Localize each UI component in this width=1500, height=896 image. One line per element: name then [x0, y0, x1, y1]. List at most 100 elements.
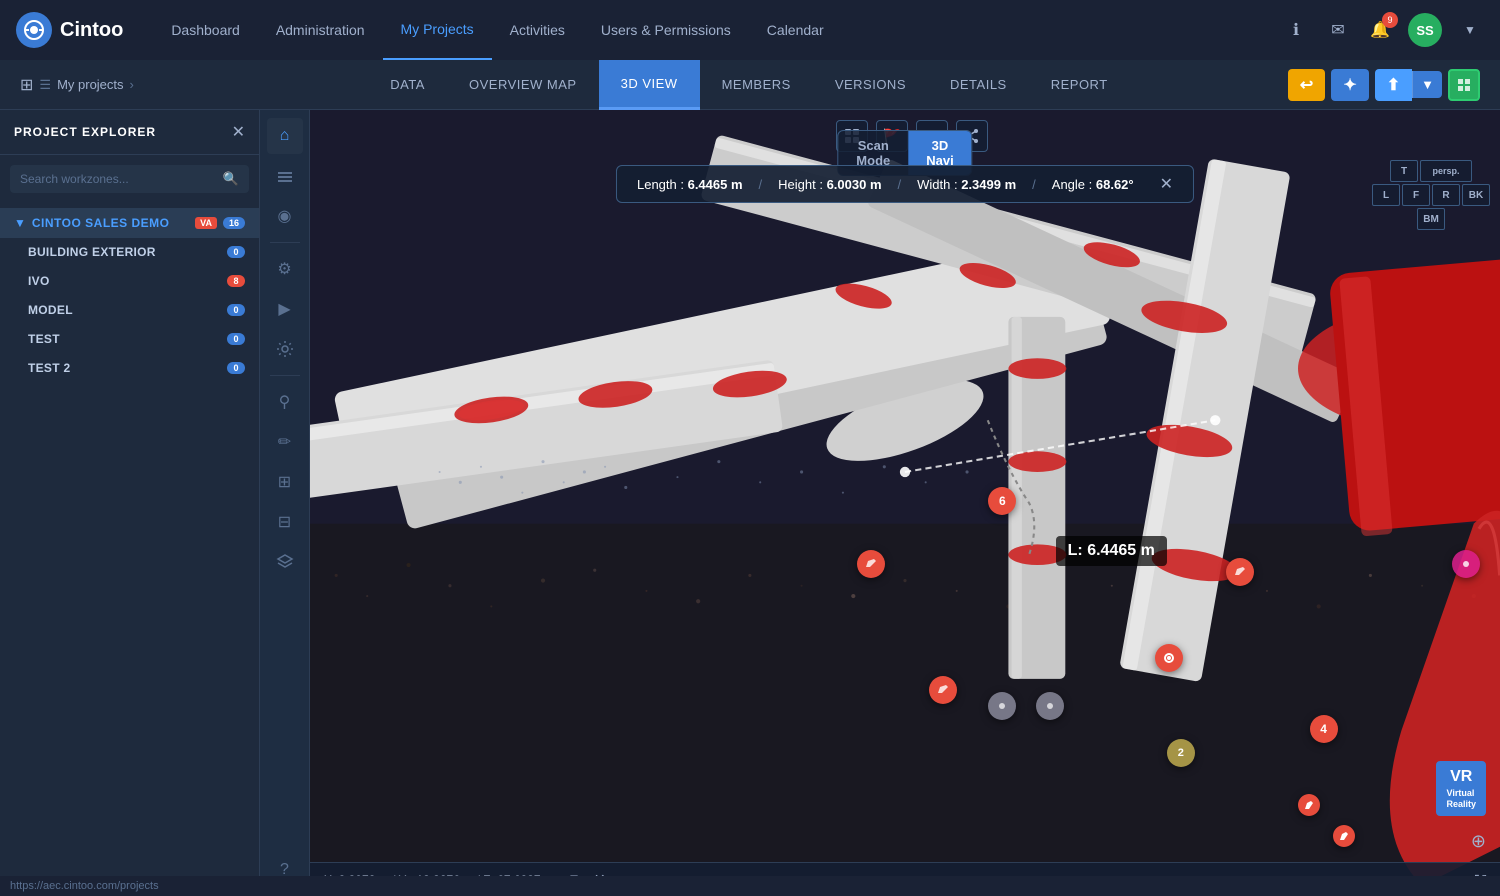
- tab-data[interactable]: DATA: [368, 60, 447, 110]
- cube-top-cell[interactable]: T: [1390, 160, 1418, 182]
- tab-details[interactable]: DETAILS: [928, 60, 1029, 110]
- mode-toggle-group: Scan Mode 3D Navi 🚩 📷: [822, 120, 988, 152]
- cube-left-cell[interactable]: L: [1372, 184, 1400, 206]
- tree-item-count: 0: [227, 246, 245, 258]
- tree-item-count: 0: [227, 304, 245, 316]
- toolbar-stack-icon[interactable]: [267, 544, 303, 580]
- annotation-marker-4[interactable]: 4: [1310, 715, 1338, 743]
- breadcrumb-separator: ☰: [39, 77, 51, 93]
- measurement-angle: Angle : 68.62°: [1052, 177, 1134, 192]
- nav-my-projects[interactable]: My Projects: [383, 0, 492, 60]
- vr-label: VirtualReality: [1446, 788, 1476, 810]
- mail-icon[interactable]: ✉: [1324, 16, 1352, 44]
- toolbar-video-icon[interactable]: ▶: [267, 291, 303, 327]
- export-button[interactable]: [1448, 69, 1480, 101]
- tree-item-label: BUILDING EXTERIOR: [28, 245, 221, 259]
- tab-3d-view[interactable]: 3D VIEW: [599, 60, 700, 110]
- viewport-measurement-label: L: 6.4465 m: [1056, 536, 1167, 566]
- tab-versions[interactable]: VERSIONS: [813, 60, 928, 110]
- vr-icon: VR: [1450, 767, 1472, 786]
- main-nav: Dashboard Administration My Projects Act…: [153, 0, 1282, 60]
- cube-right-cell[interactable]: R: [1432, 184, 1460, 206]
- breadcrumb-label[interactable]: My projects: [57, 77, 123, 92]
- toolbar-person-icon[interactable]: ⚲: [267, 384, 303, 420]
- va-tag: VA: [195, 217, 217, 229]
- cube-front-cell[interactable]: F: [1402, 184, 1430, 206]
- info-icon[interactable]: ℹ: [1282, 16, 1310, 44]
- workzone-search-bar[interactable]: 🔍: [10, 165, 249, 193]
- tooltip-close-button[interactable]: ✕: [1160, 174, 1173, 194]
- notification-icon[interactable]: 🔔 9: [1366, 16, 1394, 44]
- tree-item-model[interactable]: MODEL 0: [0, 296, 259, 325]
- toolbar-globe-icon[interactable]: ◉: [267, 198, 303, 234]
- tree-item-label: MODEL: [28, 303, 221, 317]
- breadcrumb-grid-icon: ⊞: [20, 75, 33, 95]
- sub-navigation: ⊞ ☰ My projects › DATA OVERVIEW MAP 3D V…: [0, 60, 1500, 110]
- tab-report[interactable]: REPORT: [1029, 60, 1130, 110]
- annotation-marker-bottom-red-1[interactable]: [1298, 794, 1320, 816]
- annotation-marker-gray-1[interactable]: [988, 692, 1016, 720]
- upload-dropdown-button[interactable]: ▼: [1412, 71, 1442, 98]
- select-button[interactable]: ✦: [1331, 69, 1368, 101]
- toolbar-home-icon[interactable]: ⌂: [267, 118, 303, 154]
- toolbar-box-icon[interactable]: ⊟: [267, 504, 303, 540]
- annotation-marker-gray-2[interactable]: [1036, 692, 1064, 720]
- cube-bm-cell[interactable]: BM: [1417, 208, 1445, 230]
- toolbar-transform-icon[interactable]: ⊞: [267, 464, 303, 500]
- tree-item-label: IVO: [28, 274, 221, 288]
- panel-close-button[interactable]: ✕: [232, 122, 245, 142]
- project-name: CINTOO SALES DEMO: [32, 216, 189, 230]
- panel-title: PROJECT EXPLORER: [14, 125, 156, 139]
- 3d-viewport[interactable]: Scan Mode 3D Navi 🚩 📷: [310, 110, 1500, 896]
- recenter-icon[interactable]: ⊕: [1471, 831, 1486, 852]
- project-root-item[interactable]: ▼ CINTOO SALES DEMO VA 16: [0, 208, 259, 238]
- collapse-arrow: ▼: [14, 216, 26, 230]
- nav-administration[interactable]: Administration: [258, 0, 383, 60]
- measurement-separator-1: /: [759, 177, 763, 192]
- notification-badge: 9: [1382, 12, 1398, 28]
- tree-item-test2[interactable]: TEST 2 0: [0, 354, 259, 383]
- annotation-marker-2[interactable]: 2: [1167, 739, 1195, 767]
- tree-item-label: TEST: [28, 332, 221, 346]
- cube-persp-label[interactable]: persp.: [1420, 160, 1472, 182]
- tab-overview-map[interactable]: OVERVIEW MAP: [447, 60, 599, 110]
- logo-icon: [16, 12, 52, 48]
- tree-item-building-exterior[interactable]: BUILDING EXTERIOR 0: [0, 238, 259, 267]
- tree-item-label: TEST 2: [28, 361, 221, 375]
- toolbar-camera-settings-icon[interactable]: ⚙: [267, 251, 303, 287]
- tree-item-ivo[interactable]: IVO 8: [0, 267, 259, 296]
- search-input[interactable]: [20, 172, 215, 186]
- avatar-dropdown-icon[interactable]: ▼: [1456, 16, 1484, 44]
- nav-calendar[interactable]: Calendar: [749, 0, 842, 60]
- icon-toolbar: ⌂ ◉ ⚙ ▶ ⚲ ✏ ⊞ ⊟ ?: [260, 110, 310, 896]
- measurement-length: Length : 6.4465 m: [637, 177, 743, 192]
- cube-bottom-row: BM: [1417, 208, 1445, 230]
- breadcrumb: ⊞ ☰ My projects ›: [10, 75, 210, 95]
- top-navigation: Cintoo Dashboard Administration My Proje…: [0, 0, 1500, 60]
- tab-members[interactable]: MEMBERS: [700, 60, 813, 110]
- search-icon: 🔍: [223, 171, 239, 187]
- measurement-width: Width : 2.3499 m: [917, 177, 1016, 192]
- measurement-separator-3: /: [1032, 177, 1036, 192]
- measurement-separator-2: /: [898, 177, 902, 192]
- project-explorer-panel: PROJECT EXPLORER ✕ 🔍 ▼ CINTOO SALES DEMO…: [0, 110, 260, 896]
- logo-area[interactable]: Cintoo: [16, 12, 123, 48]
- vr-button[interactable]: VR VirtualReality: [1436, 761, 1486, 816]
- nav-activities[interactable]: Activities: [492, 0, 583, 60]
- annotation-marker-pencil-3[interactable]: [929, 676, 957, 704]
- nav-dashboard[interactable]: Dashboard: [153, 0, 258, 60]
- toolbar-pencil-icon[interactable]: ✏: [267, 424, 303, 460]
- user-avatar[interactable]: SS: [1408, 13, 1442, 47]
- nav-users-permissions[interactable]: Users & Permissions: [583, 0, 749, 60]
- tree-item-test[interactable]: TEST 0: [0, 325, 259, 354]
- undo-button[interactable]: ↩: [1288, 69, 1325, 101]
- upload-button[interactable]: ⬆: [1375, 69, 1412, 101]
- browser-url-bar: https://aec.cintoo.com/projects: [0, 876, 1500, 896]
- toolbar-gear-icon[interactable]: [267, 331, 303, 367]
- app-name: Cintoo: [60, 19, 123, 42]
- toolbar-layers-icon[interactable]: [267, 158, 303, 194]
- cube-back-cell[interactable]: BK: [1462, 184, 1490, 206]
- sub-nav-actions: ↩ ✦ ⬆ ▼: [1288, 69, 1490, 101]
- panel-header: PROJECT EXPLORER ✕: [0, 110, 259, 155]
- nav-right-actions: ℹ ✉ 🔔 9 SS ▼: [1282, 13, 1484, 47]
